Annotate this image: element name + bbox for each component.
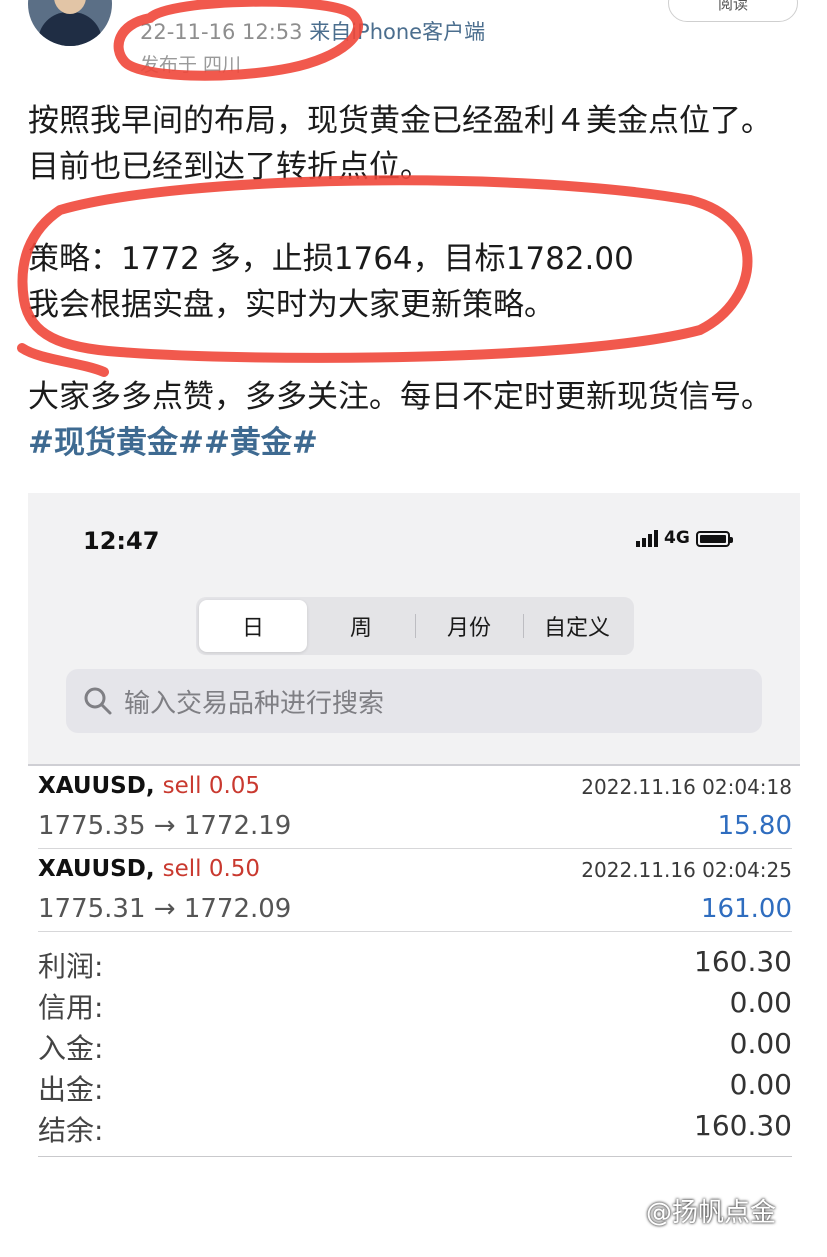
deal-profit: 15.80	[717, 811, 792, 841]
summary-credit: 信用: 0.00	[38, 986, 792, 1027]
divider	[28, 764, 800, 766]
post-meta: 22-11-16 12:53 来自iPhone客户端	[140, 16, 485, 46]
avatar-suit	[38, 12, 102, 46]
tab-month[interactable]: 月份	[415, 600, 523, 652]
tab-week[interactable]: 周	[307, 600, 415, 652]
search-input[interactable]: 输入交易品种进行搜索	[66, 669, 762, 733]
deal-symbol: XAUUSD,	[38, 773, 155, 799]
status-time: 12:47	[83, 527, 160, 555]
summary-value: 160.30	[694, 945, 792, 978]
search-icon	[84, 687, 112, 715]
deal-prices: 1775.35 → 1772.19	[38, 811, 292, 841]
avatar-face	[54, 0, 86, 14]
post-paragraph-1: 按照我早间的布局，现货黄金已经盈利４美金点位了。目前也已经到达了转折点位。	[28, 103, 772, 185]
avatar[interactable]	[28, 0, 112, 46]
search-placeholder: 输入交易品种进行搜索	[124, 688, 385, 719]
deal-symbol: XAUUSD,	[38, 856, 155, 882]
hashtag-link[interactable]: #现货黄金##黄金#	[28, 425, 318, 461]
summary-label: 信用:	[38, 991, 104, 1024]
summary-withdrawal: 出金: 0.00	[38, 1068, 792, 1109]
post-strategy: 策略：1772 多，止损1764，目标1782.00 我会根据实盘，实时为大家更…	[28, 236, 788, 328]
post-paragraph-3-text: 大家多多点赞，多多关注。每日不定时更新现货信号。	[28, 379, 772, 415]
post-location: 发布于 四川	[140, 54, 242, 76]
summary-label: 入金:	[38, 1032, 104, 1065]
deal-row[interactable]: XAUUSD, sell 0.50 2022.11.16 02:04:25 17…	[38, 852, 792, 934]
deal-prices: 1775.31 → 1772.09	[38, 894, 292, 924]
summary-profit: 利润: 160.30	[38, 945, 792, 986]
status-icons: 4G	[636, 528, 733, 548]
network-label: 4G	[664, 528, 690, 548]
post-paragraph-3: 大家多多点赞，多多关注。每日不定时更新现货信号。 #现货黄金##黄金#	[28, 374, 788, 466]
summary-deposit: 入金: 0.00	[38, 1027, 792, 1068]
post-date: 22-11-16 12:53	[140, 20, 303, 44]
deal-row[interactable]: XAUUSD, sell 0.05 2022.11.16 02:04:18 17…	[38, 769, 792, 851]
watermark: @扬帆点金	[646, 1198, 777, 1228]
divider	[38, 1156, 792, 1157]
battery-icon	[695, 531, 733, 547]
signal-icon	[636, 529, 658, 547]
summary-value: 0.00	[729, 986, 792, 1019]
post-source[interactable]: 来自iPhone客户端	[309, 20, 485, 44]
deal-time: 2022.11.16 02:04:25	[581, 858, 792, 882]
deal-side: sell 0.50	[162, 856, 261, 882]
summary-value: 0.00	[729, 1027, 792, 1060]
strategy-note: 我会根据实盘，实时为大家更新策略。	[28, 287, 555, 323]
summary-label: 结余:	[38, 1114, 104, 1147]
summary-value: 0.00	[729, 1068, 792, 1101]
deal-time: 2022.11.16 02:04:18	[581, 775, 792, 799]
summary-balance: 结余: 160.30	[38, 1109, 792, 1150]
read-button[interactable]: 阅读	[668, 0, 798, 22]
summary-label: 出金:	[38, 1073, 104, 1106]
divider	[38, 848, 792, 849]
tab-day[interactable]: 日	[199, 600, 307, 652]
period-segmented-control: 日 周 月份 自定义	[196, 597, 634, 655]
strategy-line: 策略：1772 多，止损1764，目标1782.00	[28, 241, 634, 277]
summary-value: 160.30	[694, 1109, 792, 1142]
summary-label: 利润:	[38, 950, 104, 983]
tab-custom[interactable]: 自定义	[523, 600, 631, 652]
divider	[38, 931, 792, 932]
deal-profit: 161.00	[701, 894, 792, 924]
deal-side: sell 0.05	[162, 773, 261, 799]
phone-screenshot: 12:47 4G 日 周 月份 自定义 输入交易品种进行搜索 XAUUSD, s…	[28, 493, 800, 1198]
